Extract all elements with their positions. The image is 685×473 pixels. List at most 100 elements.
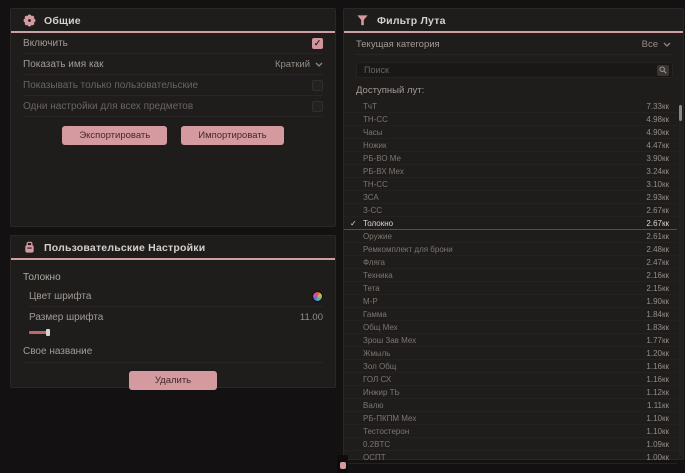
loot-list-item[interactable]: ТчТ 7.33кк [344, 100, 677, 113]
item-name: Валю [363, 401, 383, 410]
loot-list-item[interactable]: Инжир ТЬ 1.12кк [344, 386, 677, 399]
item-name: Фляга [363, 258, 385, 267]
loot-list-item[interactable]: Ремкомплект для брони 2.48кк [344, 243, 677, 256]
only-custom-label: Показывать только пользовательские [23, 80, 198, 91]
selected-item-name: Толокно [23, 272, 323, 283]
item-name: Ремкомплект для брони [363, 245, 453, 254]
item-value: 1.16кк [646, 362, 669, 371]
slider-fill [29, 331, 47, 334]
item-name: ГОЛ СХ [363, 375, 391, 384]
item-value: 1.90кк [646, 297, 669, 306]
show-name-row: Показать имя как Краткий [23, 54, 323, 75]
loot-list-item[interactable]: Общ Мех 1.83кк [344, 321, 677, 334]
item-name: Техника [363, 271, 393, 280]
item-name: ЗСА [363, 193, 379, 202]
item-name: Инжир ТЬ [363, 388, 400, 397]
item-name: Общ Мех [363, 323, 398, 332]
custom-settings-header: Пользовательские Настройки [11, 236, 335, 260]
loot-list-item[interactable]: Техника 2.16кк [344, 269, 677, 282]
item-name: Оружие [363, 232, 392, 241]
loot-list-item[interactable]: РБ-ВО Ме 3.90кк [344, 152, 677, 165]
loot-list-item[interactable]: Фляга 2.47кк [344, 256, 677, 269]
item-value: 2.67кк [646, 219, 669, 228]
loot-list-item[interactable]: З-СС 2.67кк [344, 204, 677, 217]
only-custom-checkbox[interactable] [312, 80, 323, 91]
loot-list-item[interactable]: Зрош Зав Мех 1.77кк [344, 334, 677, 347]
item-value: 2.67кк [646, 206, 669, 215]
item-name: РБ-ВХ Мех [363, 167, 404, 176]
category-dropdown[interactable]: Все [642, 39, 671, 50]
loot-list-item[interactable]: 0.2BTC 1.09кк [344, 438, 677, 451]
show-name-label: Показать имя как [23, 59, 103, 70]
loot-list-item[interactable]: ТН-СС 4.98кк [344, 113, 677, 126]
loot-list-item[interactable]: Валю 1.11кк [344, 399, 677, 412]
loot-list-item[interactable]: Ножик 4.47кк [344, 139, 677, 152]
right-column: Фильтр Лута Текущая категория Все Поиск [343, 8, 684, 460]
search-input[interactable]: Поиск [364, 65, 389, 75]
loot-list-item[interactable]: ЗСА 2.93кк [344, 191, 677, 204]
backpack-icon [23, 241, 36, 254]
item-value: 1.10кк [646, 414, 669, 423]
only-custom-row: Показывать только пользовательские [23, 75, 323, 96]
loot-list-item[interactable]: РБ-ПКПМ Мех 1.10кк [344, 412, 677, 425]
general-panel-title: Общие [44, 15, 81, 27]
loot-list-item[interactable]: Тестостерон 1.10кк [344, 425, 677, 438]
loot-list-item[interactable]: ОСПТ 1.00кк [344, 451, 677, 464]
loot-list-item[interactable]: Часы 4.90кк [344, 126, 677, 139]
resize-handle[interactable] [337, 455, 348, 473]
color-wheel-icon[interactable] [312, 291, 323, 302]
font-size-slider[interactable] [29, 329, 323, 337]
loot-list-item[interactable]: ✓ Толокно 2.67кк [344, 217, 677, 230]
chevron-down-icon [315, 62, 323, 67]
export-button[interactable]: Экспортировать [62, 126, 167, 145]
item-value: 3.10кк [646, 180, 669, 189]
enable-checkbox[interactable]: ✓ [312, 38, 323, 49]
delete-row: Удалить [11, 363, 335, 400]
loot-list-item[interactable]: РБ-ВХ Мех 3.24кк [344, 165, 677, 178]
item-value: 2.48кк [646, 245, 669, 254]
font-color-row: Цвет шрифта [29, 286, 323, 307]
loot-list-item[interactable]: Гамма 1.84кк [344, 308, 677, 321]
loot-list-scrollbar[interactable] [679, 104, 682, 456]
custom-name-input[interactable] [92, 344, 323, 360]
item-value: 1.09кк [646, 440, 669, 449]
delete-button[interactable]: Удалить [129, 371, 217, 390]
item-name: ОСПТ [363, 453, 386, 462]
settings-page: Общие Включить ✓ Показать имя как Кратки… [0, 0, 685, 460]
same-settings-checkbox[interactable] [312, 101, 323, 112]
loot-list-item[interactable]: Тета 2.15кк [344, 282, 677, 295]
item-value: 2.47кк [646, 258, 669, 267]
magnifier-icon [659, 66, 667, 74]
item-check-icon: ✓ [350, 217, 357, 230]
loot-filter-header: Фильтр Лута [344, 9, 683, 33]
loot-list-item[interactable]: Оружие 2.61кк [344, 230, 677, 243]
import-button[interactable]: Импортировать [181, 126, 283, 145]
general-buttons: Экспортировать Импортировать [11, 117, 335, 153]
search-button[interactable] [657, 65, 669, 76]
search-box[interactable]: Поиск [356, 62, 673, 78]
show-name-dropdown[interactable]: Краткий [275, 59, 323, 70]
item-name: Зол Общ [363, 362, 396, 371]
scrollbar-thumb[interactable] [679, 105, 682, 121]
loot-list-item[interactable]: Жмыль 1.20кк [344, 347, 677, 360]
item-value: 1.84кк [646, 310, 669, 319]
item-value: 3.90кк [646, 154, 669, 163]
loot-list-item[interactable]: Зол Общ 1.16кк [344, 360, 677, 373]
item-name: ТН-СС [363, 180, 388, 189]
font-size-value: 11.00 [300, 312, 323, 323]
left-column: Общие Включить ✓ Показать имя как Кратки… [10, 8, 336, 460]
item-name: Толокно [363, 219, 393, 228]
item-value: 1.20кк [646, 349, 669, 358]
item-value: 2.93кк [646, 193, 669, 202]
custom-settings-title: Пользовательские Настройки [44, 242, 205, 254]
category-value: Все [642, 39, 658, 50]
loot-list-item[interactable]: ГОЛ СХ 1.16кк [344, 373, 677, 386]
custom-name-row: Свое название [23, 341, 323, 363]
loot-list-item[interactable]: ТН-СС 3.10кк [344, 178, 677, 191]
font-size-row: Размер шрифта 11.00 [29, 307, 323, 328]
item-name: Ножик [363, 141, 386, 150]
slider-thumb[interactable] [46, 329, 50, 336]
item-value: 1.83кк [646, 323, 669, 332]
loot-list-item[interactable]: М-Р 1.90кк [344, 295, 677, 308]
funnel-icon [356, 14, 369, 27]
